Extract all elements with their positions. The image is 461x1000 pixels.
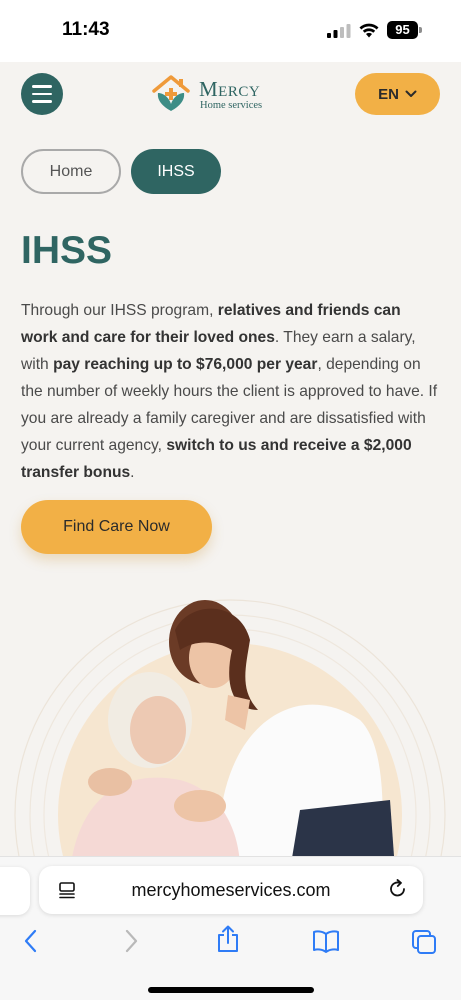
browser-toolbar: mercyhomeservices.com [0, 856, 461, 1000]
back-icon[interactable] [22, 929, 40, 953]
forward-icon[interactable] [122, 929, 140, 953]
intro-text: Through our IHSS program, [21, 302, 218, 319]
hero-caregiver-image [14, 599, 446, 870]
logo-name: Mercy [199, 77, 261, 101]
hamburger-icon [32, 92, 52, 96]
hamburger-icon [32, 100, 52, 103]
cellular-signal-icon [327, 24, 351, 38]
previous-tab-preview[interactable] [0, 867, 30, 915]
url-text[interactable]: mercyhomeservices.com [39, 866, 423, 914]
intro-highlight: pay reaching up to $76,000 per year [53, 356, 318, 373]
chevron-down-icon [405, 90, 417, 97]
wifi-icon [359, 23, 379, 38]
intro-paragraph: Through our IHSS program, relatives and … [21, 297, 441, 486]
language-selector[interactable]: EN [355, 73, 440, 115]
status-bar: 11:43 95 [0, 0, 461, 62]
house-heart-logo-icon [152, 75, 190, 111]
menu-button[interactable] [21, 73, 63, 115]
status-time: 11:43 [62, 19, 110, 40]
battery-level: 95 [387, 21, 418, 39]
language-label: EN [378, 85, 399, 103]
hamburger-icon [32, 85, 52, 88]
battery-cap [419, 27, 422, 33]
logo-subtitle: Home services [200, 100, 263, 111]
tabs-icon[interactable] [411, 929, 437, 955]
home-indicator [148, 987, 314, 993]
bookmarks-icon[interactable] [312, 929, 340, 953]
find-care-now-button[interactable]: Find Care Now [21, 500, 212, 554]
page-title: IHSS [21, 229, 113, 272]
address-bar[interactable]: mercyhomeservices.com [39, 866, 423, 914]
intro-text: . [130, 464, 135, 481]
share-icon[interactable] [216, 925, 240, 953]
site-logo[interactable]: Mercy Home services [150, 73, 280, 117]
reload-icon[interactable] [388, 879, 408, 899]
breadcrumb-home[interactable]: Home [21, 149, 121, 194]
breadcrumb-current[interactable]: IHSS [131, 149, 221, 194]
